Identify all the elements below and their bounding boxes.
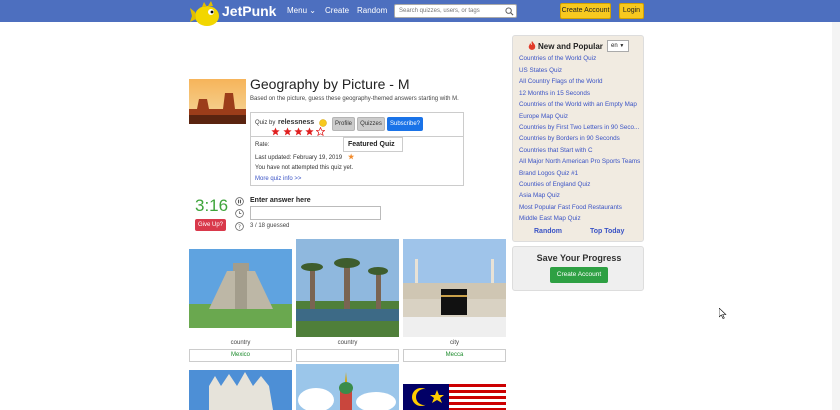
answer-box [296,349,399,362]
rate-label: Rate: [255,142,270,148]
more-quiz-info-link[interactable]: More quiz info >> [255,176,301,182]
popular-quiz-link[interactable]: All Major North American Pro Sports Team… [519,158,641,165]
picture-malaysia-flag [403,384,506,410]
chevron-down-icon: ⌄ [309,6,316,15]
picture-mecca [403,239,506,337]
answer-box: Mexico [189,349,292,362]
clock-icon[interactable] [235,209,244,218]
give-up-button[interactable]: Give Up? [195,219,226,231]
enter-answer-label: Enter answer here [250,197,311,204]
popular-quiz-link[interactable]: All Country Flags of the World [519,78,641,85]
quiz-by-label: Quiz by [255,120,276,126]
rating-star-4-icon[interactable] [305,127,314,136]
svg-text:?: ? [238,225,241,231]
quiz-timer: 3:16 [195,196,229,215]
subscribe-button[interactable]: Subscribe? [387,117,423,131]
attempt-status: You have not attempted this quiz yet. [255,165,354,171]
save-progress-panel: Save Your Progress Create Account [512,246,644,291]
star-icon: ★ [348,154,355,161]
answer-box: Mecca [403,349,506,362]
nav-create[interactable]: Create [325,6,349,15]
picture-caption: country [230,340,251,346]
rating-star-2-icon[interactable] [283,127,292,136]
login-button[interactable]: Login [619,3,644,19]
help-icon[interactable]: ? [235,222,244,231]
logo-text[interactable]: JetPunk [222,3,276,19]
last-updated: Last updated: February 19, 2019 [255,155,343,161]
quiz-info-box: Quiz by relessness Profile Quizzes Subsc… [250,112,464,186]
mouse-cursor-icon [719,308,727,319]
quizzes-button[interactable]: Quizzes [357,117,385,131]
rating-star-1-icon[interactable] [271,127,280,136]
pause-icon[interactable] [235,197,244,206]
profile-button[interactable]: Profile [332,117,355,131]
page-title: Geography by Picture - M [250,76,410,92]
nav-random[interactable]: Random [357,6,387,15]
chevron-down-icon: ▼ [619,43,625,49]
guessed-count: 3 / 18 guessed [250,223,290,229]
popular-quiz-link[interactable]: Brand Logos Quiz #1 [519,170,641,177]
picture-baobab-trees [296,239,399,337]
popular-quiz-link[interactable]: Asia Map Quiz [519,192,641,199]
popular-quiz-link[interactable]: Middle East Map Quiz [519,215,641,222]
nav-menu[interactable]: Menu ⌄ [287,6,316,15]
rating-star-3-icon[interactable] [294,127,303,136]
popular-quiz-link[interactable]: Most Popular Fast Food Restaurants [519,204,641,211]
popular-quiz-link[interactable]: US States Quiz [519,67,641,74]
search-input[interactable]: Search quizzes, users, or tags [394,4,517,18]
featured-quiz-badge: Featured Quiz ★ [343,137,403,161]
new-and-popular-panel: New and Popular en ▼ Countries of the Wo… [512,35,644,242]
scrollbar[interactable] [832,22,840,410]
popular-quiz-link[interactable]: Europe Map Quiz [519,113,641,120]
picture-milan-cathedral [189,370,292,410]
save-progress-title: Save Your Progress [536,253,622,263]
random-link[interactable]: Random [534,228,562,235]
answer-input[interactable] [250,206,381,220]
author-name[interactable]: relessness [278,119,314,126]
rating-star-5-icon[interactable] [316,127,325,136]
top-today-link[interactable]: Top Today [590,228,624,235]
new-and-popular-title: New and Popular [538,42,603,51]
popular-quiz-link[interactable]: Countries that Start with C [519,147,641,154]
picture-st-basils-cathedral [296,364,399,410]
quiz-thumbnail [189,79,246,124]
create-account-button[interactable]: Create Account [550,267,608,283]
popular-quiz-link[interactable]: 12 Months in 15 Seconds [519,90,641,97]
popular-quiz-link[interactable]: Countries by Borders in 90 Seconds [519,135,641,142]
quiz-description: Based on the picture, guess these geogra… [250,96,459,102]
picture-caption: country [337,340,358,346]
popular-quiz-link[interactable]: Counties of England Quiz [519,181,641,188]
create-account-button[interactable]: Create Account [560,3,611,19]
popular-quiz-link[interactable]: Countries of the World Quiz [519,55,641,62]
flame-icon [528,41,536,50]
popular-quiz-link[interactable]: Countries of the World with an Empty Map [519,101,641,108]
picture-chichen-itza [189,249,292,328]
search-icon[interactable] [505,7,514,16]
language-select[interactable]: en ▼ [607,40,629,52]
popular-quiz-link[interactable]: Countries by First Two Letters in 90 Sec… [519,124,641,131]
picture-caption: city [450,340,459,346]
author-badge-icon [319,119,327,127]
